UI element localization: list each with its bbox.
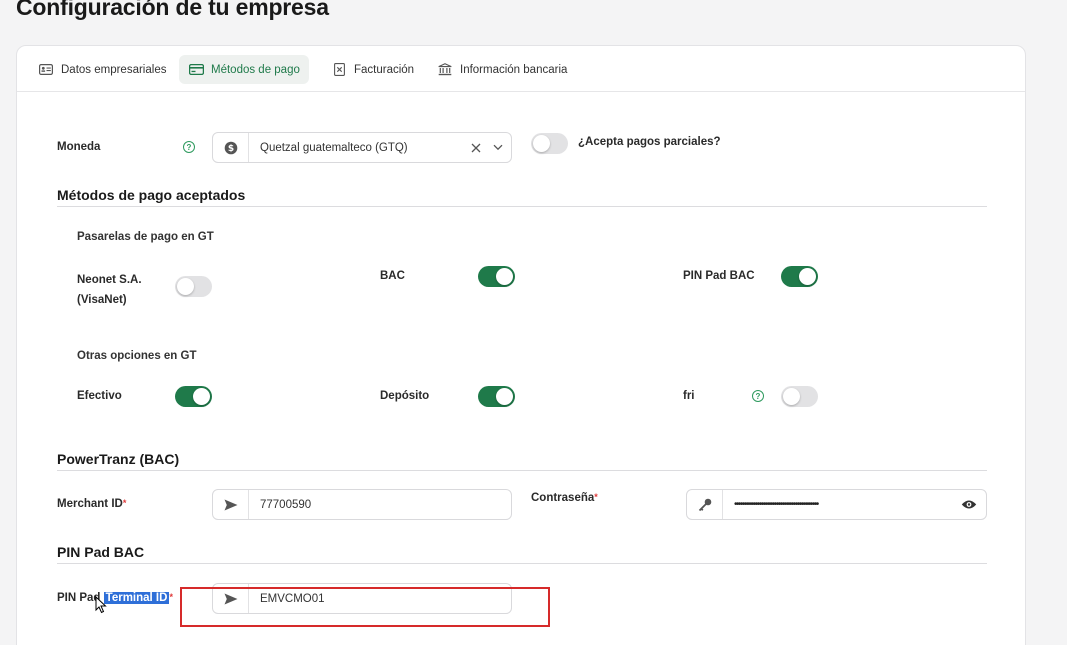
invoice-icon bbox=[331, 63, 347, 77]
settings-card: Datos empresariales Métodos de pago Fact… bbox=[16, 45, 1026, 645]
divider bbox=[57, 470, 987, 471]
currency-value: Quetzal guatemalteco (GTQ) bbox=[260, 141, 408, 154]
pinpad-bac-label: PIN Pad BAC bbox=[683, 270, 755, 282]
fri-label: fri bbox=[683, 390, 695, 402]
merchant-id-value: 77700590 bbox=[260, 498, 312, 511]
fri-toggle[interactable] bbox=[781, 386, 818, 407]
password-input[interactable]: ••••••••••••••••••••••••••••••••••••••••… bbox=[686, 489, 987, 520]
merchant-id-label-text: Merchant ID bbox=[57, 498, 123, 510]
efectivo-label: Efectivo bbox=[77, 390, 122, 402]
deposito-toggle[interactable] bbox=[478, 386, 515, 407]
bac-toggle[interactable] bbox=[478, 266, 515, 287]
efectivo-toggle[interactable] bbox=[175, 386, 212, 407]
divider bbox=[57, 206, 987, 207]
accepted-methods-title: Métodos de pago aceptados bbox=[57, 187, 246, 203]
tab-metodos-de-pago[interactable]: Métodos de pago bbox=[179, 55, 309, 84]
divider bbox=[57, 563, 987, 564]
chevron-down-icon[interactable] bbox=[485, 144, 511, 151]
partial-payments-label: ¿Acepta pagos parciales? bbox=[578, 136, 721, 148]
password-value: ••••••••••••••••••••••••••••••••••••••••… bbox=[734, 499, 819, 510]
help-icon[interactable]: ? bbox=[183, 141, 195, 153]
svg-text:$: $ bbox=[227, 144, 233, 154]
merchant-id-label: Merchant ID* bbox=[57, 498, 127, 510]
page-title: Configuración de tu empresa bbox=[16, 0, 329, 20]
password-label-text: Contraseña bbox=[531, 492, 595, 504]
neonet-toggle[interactable] bbox=[175, 276, 212, 297]
tab-datos-empresariales[interactable]: Datos empresariales bbox=[29, 55, 175, 84]
tab-label: Información bancaria bbox=[460, 63, 568, 76]
bank-icon bbox=[437, 63, 453, 77]
neonet-label: Neonet S.A. (VisaNet) bbox=[77, 270, 142, 310]
currency-label: Moneda bbox=[57, 141, 101, 153]
tab-label: Facturación bbox=[354, 63, 415, 76]
mouse-cursor-icon bbox=[95, 595, 107, 619]
tab-label: Datos empresariales bbox=[61, 63, 167, 76]
neonet-label-line1: Neonet S.A. bbox=[77, 274, 142, 286]
others-label: Otras opciones en GT bbox=[77, 350, 197, 362]
tab-label: Métodos de pago bbox=[211, 63, 300, 76]
pinpad-title: PIN Pad BAC bbox=[57, 544, 145, 560]
tab-informacion-bancaria[interactable]: Información bancaria bbox=[428, 55, 576, 84]
clear-icon[interactable] bbox=[467, 143, 485, 153]
terminal-id-label: PIN Pad Terminal ID * bbox=[57, 592, 173, 604]
id-card-icon bbox=[38, 63, 54, 77]
neonet-label-line2: (VisaNet) bbox=[77, 294, 127, 306]
credit-card-icon bbox=[188, 63, 204, 77]
gateways-label: Pasarelas de pago en GT bbox=[77, 231, 214, 243]
eye-icon[interactable] bbox=[952, 499, 986, 510]
send-icon bbox=[213, 490, 249, 519]
selected-text: Terminal ID bbox=[103, 592, 170, 604]
deposito-label: Depósito bbox=[380, 390, 430, 402]
merchant-id-input[interactable]: 77700590 bbox=[212, 489, 512, 520]
tab-bar: Datos empresariales Métodos de pago Fact… bbox=[17, 46, 1025, 92]
key-icon bbox=[687, 490, 723, 519]
help-icon[interactable]: ? bbox=[752, 390, 764, 402]
partial-payments-toggle[interactable] bbox=[531, 133, 568, 154]
bac-label: BAC bbox=[380, 270, 405, 282]
pinpad-bac-toggle[interactable] bbox=[781, 266, 818, 287]
dollar-icon: $ bbox=[213, 133, 249, 162]
tab-facturacion[interactable]: Facturación bbox=[322, 55, 423, 84]
highlight-box bbox=[180, 587, 550, 627]
powertranz-title: PowerTranz (BAC) bbox=[57, 451, 180, 467]
password-label: Contraseña* bbox=[531, 492, 598, 504]
currency-select[interactable]: $ Quetzal guatemalteco (GTQ) bbox=[212, 132, 512, 163]
